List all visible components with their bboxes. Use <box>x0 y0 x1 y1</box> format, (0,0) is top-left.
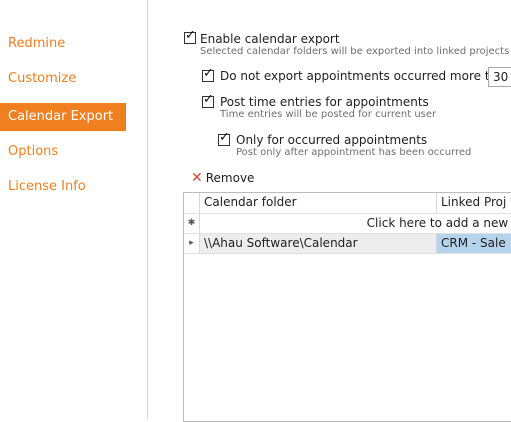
enable-export-hint: Selected calendar folders will be export… <box>200 46 510 57</box>
table-row[interactable]: ▸ \\Ahau Software\Calendar CRM - Sale <box>184 234 511 254</box>
enable-export-label: Enable calendar export <box>200 32 340 46</box>
no-export-older-checkbox[interactable]: ✓ <box>202 67 214 82</box>
only-occurred-hint: Post only after appointment has been occ… <box>236 147 472 158</box>
grid-header-row: Calendar folder Linked Proj <box>184 193 511 214</box>
remove-icon: ✕ <box>191 170 203 186</box>
no-export-older-label: Do not export appointments occurred more… <box>220 69 511 83</box>
remove-button[interactable]: ✕ Remove <box>191 171 254 185</box>
post-time-entries-label: Post time entries for appointments <box>220 95 429 109</box>
only-occurred-checkbox[interactable]: ✓ <box>218 131 230 146</box>
post-time-entries-checkbox[interactable]: ✓ <box>202 93 214 108</box>
sidebar: Redmine Customize Calendar Export Option… <box>0 0 147 419</box>
new-row[interactable]: ✱ Click here to add a new ro <box>184 214 511 234</box>
sidebar-item-calendar-export[interactable]: Calendar Export <box>0 103 126 131</box>
current-row-indicator-icon: ▸ <box>184 234 200 253</box>
sidebar-item-options[interactable]: Options <box>0 138 126 166</box>
post-time-entries-hint: Time entries will be posted for current … <box>220 109 437 120</box>
sidebar-divider <box>147 0 148 419</box>
cell-linked-project[interactable]: CRM - Sale <box>437 234 511 253</box>
header-indicator <box>184 193 200 213</box>
column-header-calendar-folder[interactable]: Calendar folder <box>200 193 436 213</box>
remove-label: Remove <box>205 171 255 185</box>
cell-calendar-folder[interactable]: \\Ahau Software\Calendar <box>200 234 436 253</box>
column-header-linked-project[interactable]: Linked Proj <box>437 193 511 213</box>
calendar-folders-grid: Calendar folder Linked Proj ✱ Click here… <box>183 192 511 422</box>
sidebar-item-redmine[interactable]: Redmine <box>0 30 126 58</box>
sidebar-item-customize[interactable]: Customize <box>0 65 126 93</box>
enable-export-checkbox[interactable]: ✓ <box>184 29 196 44</box>
sidebar-item-license-info[interactable]: License Info <box>0 173 126 201</box>
days-input[interactable]: 30 <box>488 67 511 87</box>
only-occurred-label: Only for occurred appointments <box>236 133 428 147</box>
new-row-prompt[interactable]: Click here to add a new ro <box>200 214 511 233</box>
new-row-icon: ✱ <box>184 214 200 233</box>
